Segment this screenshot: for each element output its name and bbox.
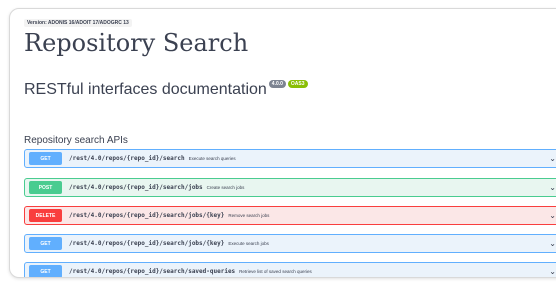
method-badge: POST bbox=[29, 181, 62, 194]
chevron-down-icon[interactable]: ⌄ bbox=[549, 267, 556, 276]
operation-description: Remove search jobs bbox=[228, 213, 270, 218]
operation-row-get-job[interactable]: GET /rest/4.0/repos/{repo_id}/search/job… bbox=[24, 234, 556, 253]
page-subtitle: RESTful interfaces documentation 4.0.0 O… bbox=[24, 80, 308, 99]
chevron-down-icon[interactable]: ⌄ bbox=[549, 211, 556, 220]
version-label: Version: ADONIS 16/ADOIT 17/ADOGRC 13 bbox=[24, 19, 132, 27]
subtitle-text: RESTful interfaces documentation bbox=[24, 81, 267, 98]
version-badge: 4.0.0 bbox=[268, 80, 286, 88]
operation-row-get-search[interactable]: GET /rest/4.0/repos/{repo_id}/search Exe… bbox=[24, 149, 556, 168]
operation-path: /rest/4.0/repos/{repo_id}/search bbox=[69, 155, 185, 162]
operation-row-post-jobs[interactable]: POST /rest/4.0/repos/{repo_id}/search/jo… bbox=[24, 178, 556, 197]
operation-path: /rest/4.0/repos/{repo_id}/search/jobs/{k… bbox=[69, 212, 225, 219]
operation-path: /rest/4.0/repos/{repo_id}/search/jobs bbox=[69, 184, 203, 191]
operation-description: Retrieve list of saved search queries bbox=[239, 269, 312, 274]
operation-row-get-saved-queries[interactable]: GET /rest/4.0/repos/{repo_id}/search/sav… bbox=[24, 262, 556, 277]
method-badge: GET bbox=[29, 237, 62, 250]
method-badge: GET bbox=[29, 265, 62, 277]
operation-description: Execute search jobs bbox=[228, 241, 269, 246]
method-badge: DELETE bbox=[29, 209, 62, 222]
method-badge: GET bbox=[29, 152, 62, 165]
page-title: Repository Search bbox=[24, 29, 249, 57]
section-title: Repository search APIs bbox=[24, 134, 128, 146]
operation-path: /rest/4.0/repos/{repo_id}/search/jobs/{k… bbox=[69, 240, 225, 247]
operation-path: /rest/4.0/repos/{repo_id}/search/saved-q… bbox=[69, 268, 236, 275]
api-info-card: Version: ADONIS 16/ADOIT 17/ADOGRC 13 Re… bbox=[9, 8, 556, 278]
chevron-down-icon[interactable]: ⌄ bbox=[549, 239, 556, 248]
oas-badge: OAS3 bbox=[287, 80, 308, 88]
operation-description: Create search jobs bbox=[206, 185, 245, 190]
operation-row-delete-job[interactable]: DELETE /rest/4.0/repos/{repo_id}/search/… bbox=[24, 206, 556, 225]
chevron-down-icon[interactable]: ⌄ bbox=[549, 154, 556, 163]
operation-description: Execute search queries bbox=[188, 156, 236, 161]
chevron-down-icon[interactable]: ⌄ bbox=[549, 183, 556, 192]
